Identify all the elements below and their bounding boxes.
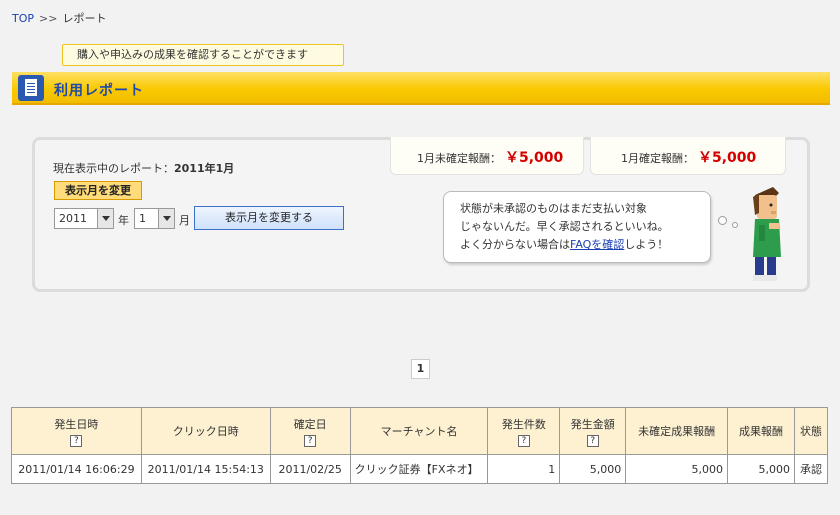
- table-header-row: 発生日時? クリック日時 確定日? マーチャント名 発生件数? 発生金額? 未確…: [11, 407, 829, 455]
- cell-unconfirmed-reward: 5,000: [625, 454, 729, 484]
- table-row: 2011/01/14 16:06:29 2011/01/14 15:54:13 …: [11, 454, 829, 484]
- breadcrumb: TOP >> レポート: [12, 10, 106, 26]
- faq-link[interactable]: FAQを確認: [570, 238, 624, 251]
- thought-dot: [732, 222, 738, 228]
- page-header: 利用レポート: [12, 72, 830, 105]
- confirmed-reward-label: 1月確定報酬：: [621, 152, 694, 165]
- speech-bubble: 状態が未承認のものはまだ支払い対象 じゃないんだ。早く承認されるといいね。 よく…: [443, 191, 711, 263]
- col-unconfirmed-reward: 未確定成果報酬: [625, 407, 729, 455]
- cell-click-datetime: 2011/01/14 15:54:13: [140, 454, 271, 484]
- breadcrumb-top-link[interactable]: TOP: [12, 12, 34, 25]
- cell-occurred-datetime: 2011/01/14 16:06:29: [11, 454, 142, 484]
- col-click-datetime: クリック日時: [140, 407, 271, 455]
- report-icon: [18, 75, 44, 101]
- mascot-character-icon: [753, 187, 781, 281]
- page-title: 利用レポート: [54, 83, 144, 99]
- col-status: 状態: [793, 407, 829, 455]
- year-select[interactable]: 2011: [54, 208, 114, 229]
- current-report-text: 現在表示中のレポート：2011年1月: [53, 162, 235, 175]
- cell-occurrence-count: 1: [487, 454, 561, 484]
- thought-dot: [718, 216, 727, 225]
- chevron-down-icon: [158, 209, 174, 228]
- help-icon[interactable]: ?: [586, 434, 599, 447]
- current-report-value: 2011年1月: [174, 162, 235, 175]
- help-icon[interactable]: ?: [517, 434, 530, 447]
- col-occurred-datetime: 発生日時?: [11, 407, 142, 455]
- col-merchant-name: マーチャント名: [349, 407, 489, 455]
- change-month-label: 表示月を変更: [54, 181, 142, 200]
- help-tooltip: 購入や申込みの成果を確認することができます: [62, 44, 344, 66]
- unconfirmed-reward-amount: ￥5,000: [505, 150, 564, 166]
- col-occurrence-count: 発生件数?: [487, 407, 561, 455]
- breadcrumb-separator: >>: [39, 12, 58, 25]
- cell-status: 承認: [793, 454, 829, 484]
- report-table: 発生日時? クリック日時 確定日? マーチャント名 発生件数? 発生金額? 未確…: [11, 407, 829, 484]
- help-icon[interactable]: ?: [304, 434, 317, 447]
- pagination-page-1[interactable]: 1: [411, 359, 430, 379]
- chevron-down-icon: [97, 209, 113, 228]
- change-month-button[interactable]: 表示月を変更する: [194, 206, 344, 230]
- breadcrumb-current: レポート: [62, 12, 107, 25]
- cell-confirmed-date: 2011/02/25: [269, 454, 351, 484]
- col-confirmed-date: 確定日?: [269, 407, 351, 455]
- col-reward: 成果報酬: [727, 407, 795, 455]
- cell-occurrence-amount: 5,000: [559, 454, 627, 484]
- cell-reward: 5,000: [727, 454, 795, 484]
- confirmed-reward-box: 1月確定報酬： ￥5,000: [590, 137, 786, 175]
- cell-merchant-name: クリック証券【FXネオ】: [349, 454, 489, 484]
- help-icon[interactable]: ?: [70, 434, 83, 447]
- unconfirmed-reward-box: 1月未確定報酬： ￥5,000: [390, 137, 584, 175]
- confirmed-reward-amount: ￥5,000: [698, 150, 757, 166]
- year-suffix: 年: [118, 214, 129, 227]
- col-occurrence-amount: 発生金額?: [559, 407, 627, 455]
- month-suffix: 月: [179, 214, 190, 227]
- unconfirmed-reward-label: 1月未確定報酬：: [417, 152, 501, 165]
- month-select[interactable]: 1: [134, 208, 175, 229]
